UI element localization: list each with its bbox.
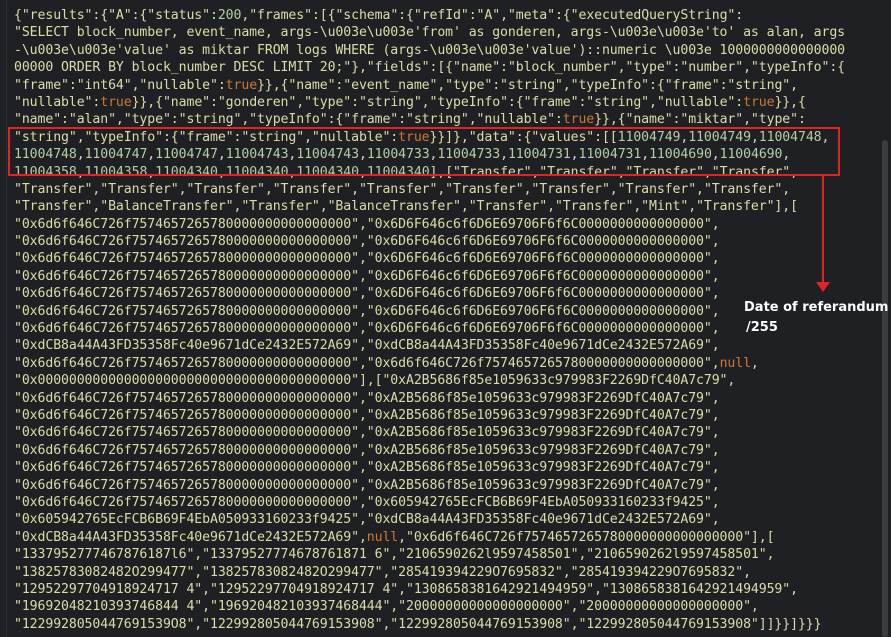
code-line: "13825783082482O299477","13825783082482O… [14, 564, 845, 581]
code-token: true [562, 112, 595, 128]
code-token: "0x6d6f646C726f7574657265780000000000000… [14, 303, 720, 319]
code-line: "0xdCB8a44A43FD35358Fc40e9671dCe2432E572… [14, 337, 845, 354]
code-token: -\u003e\u003e'value' as miktar FROM logs… [14, 42, 845, 58]
annotation-note: Date of referandum /255 [744, 298, 888, 338]
code-token: null [719, 355, 751, 371]
code-line: "SELECT block_number, event_name, args-\… [14, 24, 845, 41]
code-line: "0x6d6f646C726f7574657265780000000000000… [14, 285, 845, 302]
code-token: "0x6d6f646C726f7574657265780000000000000… [14, 477, 720, 493]
code-line: "0xdCB8a44A43FD35358Fc40e9671dCe2432E572… [14, 529, 845, 546]
code-token: "19692048210393746844 4","19692048210393… [14, 599, 759, 615]
code-token: "name":"alan","type":"string","typeInfo"… [14, 112, 563, 128]
code-token: "0xdCB8a44A43FD35358Fc40e9671dCe2432E572… [14, 529, 367, 545]
code-token: "0x6d6f646C726f7574657265780000000000000… [14, 321, 720, 337]
code-line: "Transfer","BalanceTransfer","Transfer",… [14, 198, 845, 215]
code-token: "frame":"int64","nullable": [14, 77, 226, 93]
code-token: "0x6d6f646C726f7574657265780000000000000… [14, 234, 720, 250]
code-line: "0x605942765EcFCB6B69F4EbA050933160233f9… [14, 511, 845, 528]
code-line: {"results":{"A":{"status":200,"frames":[… [14, 7, 845, 24]
code-line: "0x6d6f646C726f7574657265780000000000000… [14, 390, 845, 407]
code-line: "1337952777467876187l6","133795277746787… [14, 546, 845, 563]
code-line: "frame":"int64","nullable":true}},{"name… [14, 77, 845, 94]
code-line: "0x0000000000000000000000000000000000000… [14, 372, 845, 389]
code-line: "1229928050447691539O8","122992805044769… [14, 616, 845, 633]
highlight-box [8, 127, 840, 176]
code-line: "0x6d6f646C726f7574657265780000000000000… [14, 477, 845, 494]
editor-gutter [6, 0, 7, 637]
code-line: 00000 ORDER BY block_number DESC LIMIT 2… [14, 59, 845, 76]
code-line: "0x6d6f646C726f7574657265780000000000000… [14, 268, 845, 285]
code-token: "0x6d6f646C726f7574657265780000000000000… [14, 390, 720, 406]
code-line: "19692048210393746844 4","19692048210393… [14, 598, 845, 615]
code-token: "0x0000000000000000000000000000000000000… [14, 373, 736, 389]
code-token: "0x6d6f646C726f7574657265780000000000000… [14, 460, 720, 476]
code-line: "0x6d6f646C726f7574657265780000000000000… [14, 494, 845, 511]
code-token: null [366, 529, 399, 545]
code-token: }},{"name":"event_name","type":"string",… [257, 77, 798, 93]
code-token: true [743, 94, 775, 110]
code-token: true [225, 77, 258, 93]
code-token: "0x6d6f646C726f7574657265780000000000000… [14, 216, 720, 232]
code-token: "0xdCB8a44A43FD35358Fc40e9671dCe2432E572… [14, 338, 720, 354]
code-line: "0x6d6f646C726f7574657265780000000000000… [14, 233, 845, 250]
code-line: "Transfer","Transfer","Transfer","Transf… [14, 181, 845, 198]
code-token: ,"0x6d6f646C726f757465726578000000000000… [398, 529, 775, 545]
code-line: "0x6d6f646C726f7574657265780000000000000… [14, 442, 845, 459]
code-token: "nullable": [14, 94, 101, 110]
annotation-line-1: Date of referandum [744, 300, 889, 315]
code-token: 00000 ORDER BY block_number DESC LIMIT 2… [14, 60, 845, 76]
code-token: "0x6d6f646C726f7574657265780000000000000… [14, 268, 720, 284]
code-token: "13825783082482O299477","13825783082482O… [14, 564, 751, 580]
code-token: "0x6d6f646C726f7574657265780000000000000… [14, 355, 720, 371]
code-line: "0x6d6f646C726f7574657265780000000000000… [14, 355, 845, 372]
code-line: "0x6d6f646C726f7574657265780000000000000… [14, 424, 845, 441]
code-token: "SELECT block_number, event_name, args-\… [14, 25, 845, 41]
scrollbar-thumb[interactable] [882, 140, 888, 637]
code-token: "0x6d6f646C726f7574657265780000000000000… [14, 286, 720, 302]
code-line: "12952297704918924717 4","12952297704918… [14, 581, 845, 598]
code-token: "0x6d6f646C726f7574657265780000000000000… [14, 442, 720, 458]
json-response-text[interactable]: {"results":{"A":{"status":200,"frames":[… [14, 7, 845, 633]
code-token: true [100, 94, 132, 110]
code-token: "12952297704918924717 4","12952297704918… [14, 581, 798, 597]
code-token: "1229928050447691539O8","122992805044769… [14, 616, 822, 632]
code-line: "0x6d6f646C726f7574657265780000000000000… [14, 303, 845, 320]
annotation-line-2: /255 [746, 320, 778, 335]
code-token: , [750, 355, 759, 371]
code-token: "0x605942765EcFCB6B69F4EbA050933160233f9… [14, 512, 720, 528]
code-token: }},{"name":"miktar","type": [594, 112, 806, 128]
code-line: "0x6d6f646C726f7574657265780000000000000… [14, 216, 845, 233]
code-line: "0x6d6f646C726f7574657265780000000000000… [14, 320, 845, 337]
code-line: "0x6d6f646C726f7574657265780000000000000… [14, 250, 845, 267]
code-token: 200 [217, 8, 242, 23]
code-token: }},{"name":"gonderen","type":"string","t… [131, 94, 744, 110]
code-token: "0x6d6f646C726f7574657265780000000000000… [14, 251, 720, 267]
annotation-arrow-head-icon [816, 282, 830, 292]
code-token: "Transfer","BalanceTransfer","Transfer",… [14, 199, 798, 215]
code-line: "nullable":true}},{"name":"gonderen","ty… [14, 94, 845, 111]
code-token: "0x6d6f646C726f7574657265780000000000000… [14, 425, 720, 441]
code-line: "0x6d6f646C726f7574657265780000000000000… [14, 407, 845, 424]
code-token: "0x6d6f646C726f7574657265780000000000000… [14, 407, 720, 423]
code-token: {"results":{"A":{"status": [14, 8, 218, 23]
annotation-arrow-line [822, 176, 824, 285]
code-line: -\u003e\u003e'value' as miktar FROM logs… [14, 42, 845, 59]
code-token: "1337952777467876187l6","133795277746787… [14, 547, 775, 563]
code-line: "0x6d6f646C726f7574657265780000000000000… [14, 459, 845, 476]
code-token: "0x6d6f646C726f7574657265780000000000000… [14, 494, 720, 510]
code-token: }},{ [774, 94, 806, 110]
code-token: "Transfer","Transfer","Transfer","Transf… [14, 181, 791, 197]
code-token: ,"frames":[{"schema":{"refId":"A","meta"… [241, 8, 744, 23]
